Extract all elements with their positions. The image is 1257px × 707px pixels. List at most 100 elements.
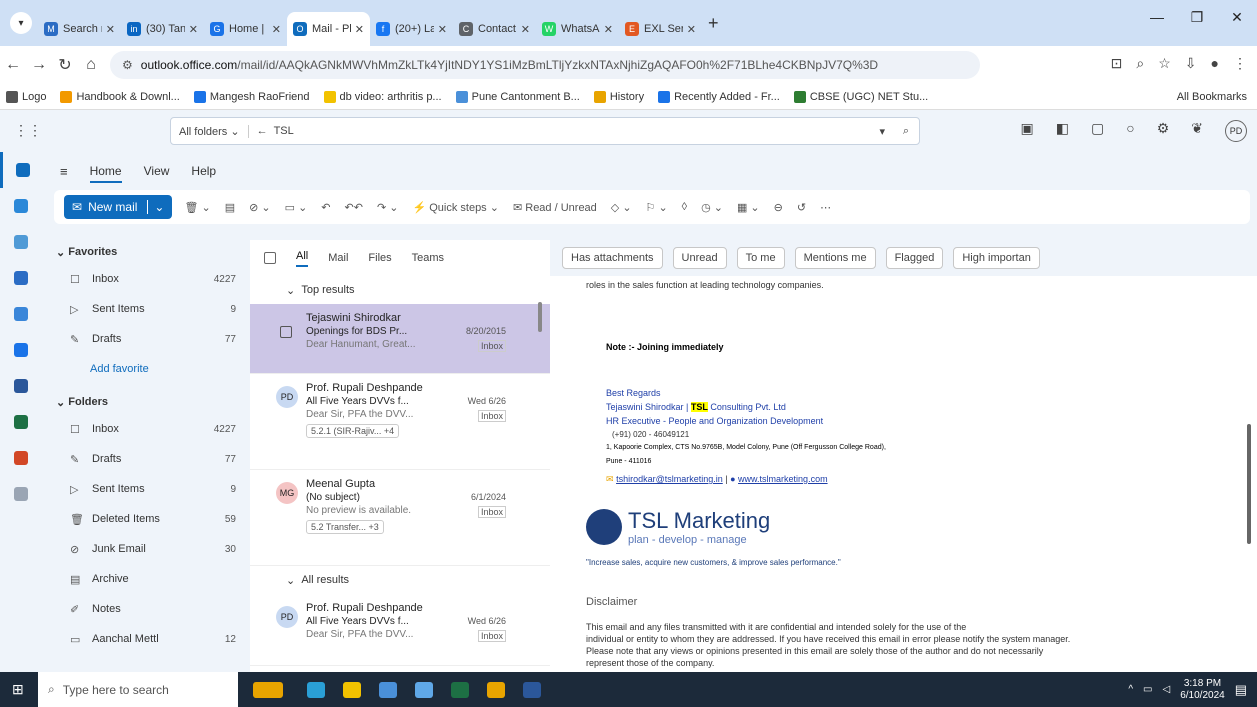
onedrive-app-icon[interactable]: [0, 332, 42, 368]
list-tab-files[interactable]: Files: [368, 252, 391, 264]
more-apps-icon[interactable]: [0, 476, 42, 512]
powerpoint-app-icon[interactable]: [0, 440, 42, 476]
flag-icon[interactable]: ⚐ ⌄: [646, 201, 668, 214]
reply-icon[interactable]: ↶: [321, 201, 330, 214]
back-arrow-icon[interactable]: ←: [257, 125, 268, 137]
notification-center-icon[interactable]: ▤: [1235, 682, 1247, 698]
user-avatar[interactable]: PD: [1225, 120, 1247, 142]
restore-button[interactable]: ❐: [1177, 0, 1217, 34]
tab-close-icon[interactable]: ✕: [687, 23, 696, 36]
categorize-icon[interactable]: ◇ ⌄: [611, 201, 632, 214]
snooze-icon[interactable]: ◷ ⌄: [701, 201, 723, 214]
search-input[interactable]: TSL: [274, 125, 294, 137]
close-window-button[interactable]: ✕: [1217, 0, 1257, 34]
more-options-icon[interactable]: ⋯: [820, 201, 831, 214]
report-icon[interactable]: ⊘ ⌄: [249, 201, 271, 214]
bookmark-item[interactable]: History: [593, 90, 644, 103]
rules-icon[interactable]: ▦ ⌄: [737, 201, 760, 214]
sig-email-link[interactable]: tshirodkar@tslmarketing.in: [616, 474, 723, 484]
attachment-chip[interactable]: 5.2.1 (SIR-Rajiv... +4: [306, 424, 400, 438]
archive-icon[interactable]: ▤: [225, 201, 235, 214]
tab-help[interactable]: Help: [191, 164, 216, 183]
filter-pill[interactable]: High importan: [953, 247, 1040, 269]
filter-pill[interactable]: Unread: [672, 247, 727, 269]
groups-app-icon[interactable]: [0, 260, 42, 296]
zoom-icon[interactable]: ⌕: [1136, 55, 1144, 72]
url-input[interactable]: ⚙ outlook.office.com/mail/id/AAQkAGNkMWV…: [110, 51, 980, 79]
add-favorite-link[interactable]: Add favorite: [42, 354, 250, 384]
edge-app-icon[interactable]: [298, 672, 334, 707]
filter-pill[interactable]: Mentions me: [794, 247, 876, 269]
undo-icon[interactable]: ↺: [797, 201, 806, 214]
meet-now-icon[interactable]: ▣: [1021, 120, 1034, 142]
translate-icon[interactable]: ⊡: [1111, 55, 1123, 72]
pin-icon[interactable]: ◊: [682, 201, 687, 213]
folders-header[interactable]: ⌄ Folders: [42, 390, 250, 414]
bookmark-item[interactable]: Pune Cantonment B...: [455, 90, 580, 103]
tab-home[interactable]: Home: [89, 164, 122, 183]
message-item[interactable]: Tejaswini Shirodkar Openings for BDS Pr..…: [250, 304, 550, 374]
excel-app-icon[interactable]: [0, 404, 42, 440]
message-checkbox[interactable]: [280, 326, 292, 338]
tab-close-icon[interactable]: ✕: [604, 23, 613, 36]
new-tab-button[interactable]: +: [708, 13, 719, 34]
list-tab-all[interactable]: All: [296, 250, 309, 267]
tray-chevron-icon[interactable]: ^: [1128, 684, 1133, 695]
store-app-icon[interactable]: [370, 672, 406, 707]
settings-gear-icon[interactable]: ⚙: [1157, 120, 1170, 142]
reading-scrollbar[interactable]: [1247, 424, 1251, 544]
word-app-icon[interactable]: [0, 368, 42, 404]
message-item[interactable]: MG Meenal Gupta (No subject) No preview is …: [250, 470, 550, 566]
tab-close-icon[interactable]: ✕: [189, 23, 198, 36]
favorites-header[interactable]: ⌄ Favorites: [42, 240, 250, 264]
taskbar-search[interactable]: ⌕ Type here to search: [38, 672, 238, 707]
folder-item[interactable]: 🗑 Deleted Items 59: [42, 504, 250, 534]
reply-all-icon[interactable]: ↶↶: [345, 201, 363, 214]
bookmark-item[interactable]: db video: arthritis p...: [323, 90, 442, 103]
profile-icon[interactable]: ●: [1211, 55, 1219, 72]
list-tab-mail[interactable]: Mail: [328, 252, 348, 264]
browser-tab[interactable]: W WhatsApp ✕: [536, 12, 619, 46]
tab-close-icon[interactable]: ✕: [438, 23, 447, 36]
back-button[interactable]: ←: [0, 56, 26, 74]
home-button[interactable]: ⌂: [78, 56, 104, 74]
folder-item[interactable]: ▷ Sent Items 9: [42, 474, 250, 504]
bookmark-item[interactable]: Handbook & Downl...: [60, 90, 180, 103]
delete-icon[interactable]: 🗑 ⌄: [184, 201, 210, 214]
immersive-reader-icon[interactable]: ⊖: [774, 201, 783, 214]
menu-icon[interactable]: ⋮: [1233, 55, 1247, 72]
list-scrollbar[interactable]: [538, 302, 542, 332]
volume-icon[interactable]: ◁: [1163, 684, 1171, 695]
clock-date[interactable]: 6/10/2024: [1180, 690, 1225, 702]
section-top-results[interactable]: ⌄ Top results: [250, 276, 550, 304]
people-app-icon[interactable]: [0, 224, 42, 260]
feedback-icon[interactable]: ▢: [1091, 120, 1104, 142]
copilot-icon[interactable]: ❦: [1191, 120, 1203, 142]
filter-pill[interactable]: To me: [736, 247, 785, 269]
mail-app-icon[interactable]: [406, 672, 442, 707]
reload-button[interactable]: ↻: [52, 55, 78, 75]
forward-button[interactable]: →: [26, 56, 52, 74]
teams-icon[interactable]: ◧: [1056, 120, 1069, 142]
sig-web-link[interactable]: www.tslmarketing.com: [738, 474, 828, 484]
browser-tab[interactable]: O Mail - Plac ✕: [287, 12, 370, 46]
search-options-icon[interactable]: ▾: [879, 125, 885, 138]
message-item[interactable]: PD Prof. Rupali Deshpande All Five Years D…: [250, 594, 550, 666]
search-scope-dropdown[interactable]: All folders ⌄: [171, 124, 249, 138]
list-tab-teams[interactable]: Teams: [412, 252, 444, 264]
word-app-icon[interactable]: [514, 672, 550, 707]
tab-close-icon[interactable]: ✕: [106, 23, 115, 36]
bookmark-item[interactable]: Recently Added - Fr...: [658, 90, 780, 103]
section-all-results[interactable]: ⌄ All results: [250, 566, 550, 594]
folder-item[interactable]: ▤ Archive: [42, 564, 250, 594]
tab-search-button[interactable]: ▾: [10, 12, 32, 34]
browser-tab[interactable]: M Search result ✕: [38, 12, 121, 46]
bookmark-item[interactable]: Mangesh RaoFriend: [193, 90, 310, 103]
browser-tab[interactable]: C Contact U ✕: [453, 12, 536, 46]
all-bookmarks[interactable]: All Bookmarks: [1177, 91, 1247, 103]
files-app-icon[interactable]: [334, 672, 370, 707]
new-mail-button[interactable]: ✉ New mail ⌄: [64, 195, 173, 219]
forward-icon[interactable]: ↷ ⌄: [377, 201, 399, 214]
folder-item[interactable]: ✎ Drafts 77: [42, 324, 250, 354]
filter-pill[interactable]: Flagged: [885, 247, 944, 269]
